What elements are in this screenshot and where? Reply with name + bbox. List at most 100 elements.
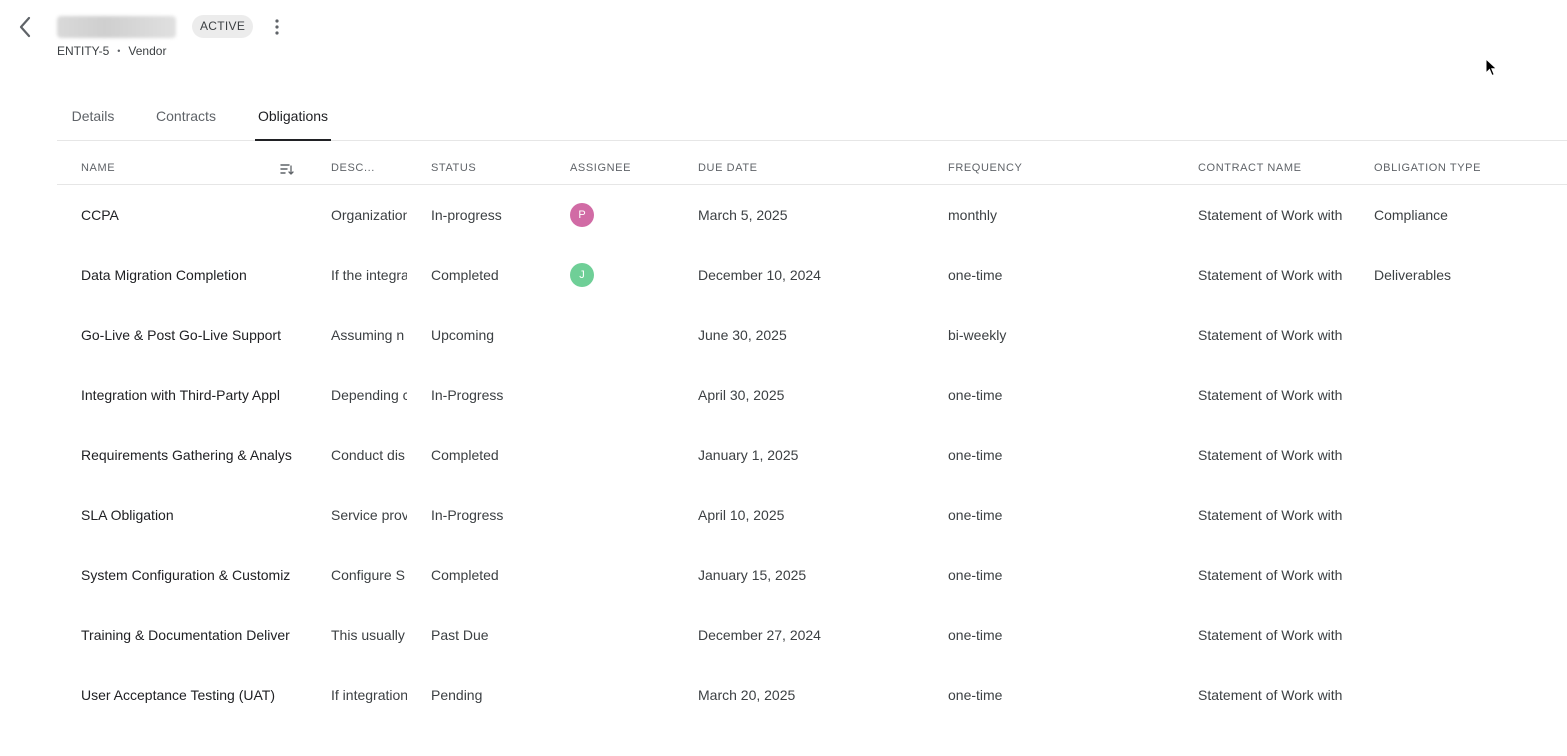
cell-status: In-Progress (431, 387, 504, 403)
column-header-obligation-type[interactable]: OBLIGATION TYPE (1374, 152, 1481, 184)
table-row[interactable]: CCPA Organization In-progress March 5, 2025… (57, 185, 1567, 245)
cell-obligation-type: Deliverables (1374, 267, 1452, 283)
cell-description: Configure S (331, 567, 405, 583)
cell-name: User Acceptance Testing (UAT) (81, 687, 276, 703)
cell-contract-name: Statement of Work with (1198, 327, 1343, 343)
cell-due-date: December 27, 2024 (698, 627, 821, 643)
cell-due-date: March 5, 2025 (698, 207, 788, 223)
cell-due-date: January 1, 2025 (698, 447, 799, 463)
cell-description: Assuming n (331, 327, 405, 343)
tab-obligations[interactable]: Obligations (255, 100, 331, 141)
cell-name: Training & Documentation Deliver (81, 627, 290, 643)
separator-dot: • (117, 46, 121, 56)
cell-obligation-type (1374, 545, 1554, 605)
cell-description: Organization (331, 207, 407, 223)
cell-description: This usually (331, 627, 405, 643)
cell-status: Pending (431, 687, 483, 703)
column-header-status[interactable]: STATUS (431, 152, 476, 184)
cell-status: Completed (431, 567, 499, 583)
table-header: NAME DESC... STATUS ASSIGNEE DUE DATE FR… (57, 152, 1567, 185)
cell-contract-name: Statement of Work with (1198, 507, 1343, 523)
cell-name: Integration with Third-Party Appl (81, 387, 280, 403)
cell-contract-name: Statement of Work with (1198, 387, 1343, 403)
tab-details[interactable]: Details (57, 100, 129, 140)
cell-contract-name: Statement of Work with (1198, 207, 1343, 223)
cell-frequency: one-time (948, 627, 1003, 643)
cell-contract-name: Statement of Work with (1198, 447, 1343, 463)
cell-due-date: March 20, 2025 (698, 687, 796, 703)
back-button[interactable] (12, 14, 38, 40)
entity-type: Vendor (128, 44, 167, 58)
assignee-avatar[interactable]: J (570, 263, 594, 287)
cell-due-date: April 10, 2025 (698, 507, 785, 523)
table-row[interactable]: System Configuration & Customiz Configure… (57, 545, 1567, 605)
cell-due-date: December 10, 2024 (698, 267, 821, 283)
cell-name: Data Migration Completion (81, 267, 247, 283)
sort-icon (280, 164, 294, 175)
cell-frequency: one-time (948, 687, 1003, 703)
cell-description: Depending c (331, 387, 407, 403)
table-row[interactable]: Data Migration Completion If the integra C… (57, 245, 1567, 305)
cell-name: CCPA (81, 207, 119, 223)
cell-frequency: one-time (948, 507, 1003, 523)
cell-frequency: bi-weekly (948, 327, 1007, 343)
column-header-description[interactable]: DESC... (331, 152, 375, 184)
tab-bar: Details Contracts Obligations (57, 100, 1567, 141)
column-header-due-date[interactable]: DUE DATE (698, 152, 758, 184)
table-row[interactable]: Go-Live & Post Go-Live Support Assuming n… (57, 305, 1567, 365)
column-header-name[interactable]: NAME (81, 152, 115, 184)
cell-obligation-type (1374, 305, 1554, 365)
cell-description: Service prov (331, 507, 407, 523)
cell-status: Upcoming (431, 327, 495, 343)
table-row[interactable]: SLA Obligation Service prov In-Progress Apr… (57, 485, 1567, 545)
cell-name: System Configuration & Customiz (81, 567, 291, 583)
cell-name: Go-Live & Post Go-Live Support (81, 327, 281, 343)
tab-contracts[interactable]: Contracts (144, 100, 228, 140)
entity-id: ENTITY-5 (57, 44, 110, 58)
column-header-frequency[interactable]: FREQUENCY (948, 152, 1022, 184)
cell-description: Conduct dis (331, 447, 405, 463)
column-header-assignee[interactable]: ASSIGNEE (570, 152, 631, 184)
cell-status: In-Progress (431, 507, 504, 523)
cell-obligation-type (1374, 425, 1554, 485)
cell-status: Past Due (431, 627, 489, 643)
cell-name: SLA Obligation (81, 507, 174, 523)
cell-status: In-progress (431, 207, 502, 223)
cell-frequency: monthly (948, 207, 998, 223)
cell-obligation-type (1374, 605, 1554, 665)
cell-contract-name: Statement of Work with (1198, 267, 1343, 283)
table-row[interactable]: User Acceptance Testing (UAT) If integrat… (57, 665, 1567, 725)
obligations-table: NAME DESC... STATUS ASSIGNEE DUE DATE FR… (57, 152, 1567, 725)
mouse-cursor-icon (1485, 58, 1498, 77)
cell-frequency: one-time (948, 447, 1003, 463)
cell-description: If integration (331, 687, 407, 703)
column-header-contract-name[interactable]: CONTRACT NAME (1198, 152, 1302, 184)
cell-description: If the integra (331, 267, 407, 283)
table-row[interactable]: Requirements Gathering & Analys Conduct d… (57, 425, 1567, 485)
chevron-left-icon (19, 16, 31, 38)
table-row[interactable]: Integration with Third-Party Appl Dependi… (57, 365, 1567, 425)
cell-contract-name: Statement of Work with (1198, 567, 1343, 583)
more-vertical-icon (275, 19, 279, 35)
cell-frequency: one-time (948, 387, 1003, 403)
cell-contract-name: Statement of Work with (1198, 627, 1343, 643)
table-body: CCPA Organization In-progress March 5, 2025… (57, 185, 1567, 725)
cell-status: Completed (431, 267, 499, 283)
cell-frequency: one-time (948, 267, 1003, 283)
cell-obligation-type: Compliance (1374, 207, 1448, 223)
cell-status: Completed (431, 447, 499, 463)
cell-obligation-type (1374, 665, 1554, 725)
sort-button[interactable] (279, 161, 295, 177)
more-options-button[interactable] (266, 16, 288, 38)
cell-contract-name: Statement of Work with (1198, 687, 1343, 703)
cell-due-date: June 30, 2025 (698, 327, 787, 343)
status-badge: ACTIVE (192, 15, 254, 38)
cell-obligation-type (1374, 365, 1554, 425)
cell-due-date: April 30, 2025 (698, 387, 785, 403)
assignee-avatar[interactable]: P (570, 203, 594, 227)
entity-name-redacted (57, 16, 176, 38)
table-row[interactable]: Training & Documentation Deliver This usu… (57, 605, 1567, 665)
cell-obligation-type (1374, 485, 1554, 545)
cell-due-date: January 15, 2025 (698, 567, 807, 583)
cell-name: Requirements Gathering & Analys (81, 447, 292, 463)
